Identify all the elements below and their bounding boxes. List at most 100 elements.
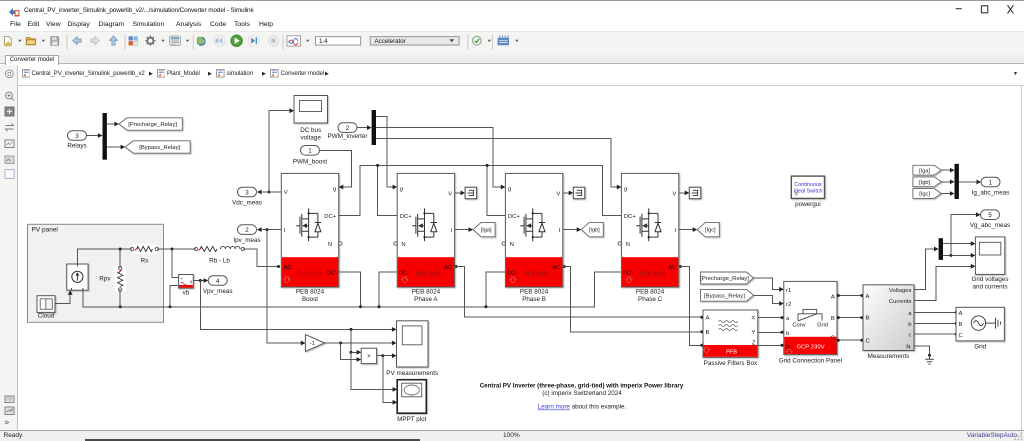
svg-text:r1: r1 [786, 288, 791, 294]
svg-text:MPPT plot: MPPT plot [397, 416, 427, 423]
svg-text:Rs: Rs [141, 258, 149, 265]
svg-text:C: C [866, 339, 871, 345]
svg-text:1: 1 [989, 179, 993, 186]
svg-text:A: A [706, 316, 710, 322]
svg-text:2: 2 [346, 125, 350, 132]
svg-text:DC+: DC+ [508, 214, 521, 220]
svg-text:PV panel: PV panel [32, 227, 59, 234]
svg-text:g: g [400, 187, 403, 193]
svg-text:V: V [448, 192, 452, 198]
svg-text:Ipv_meas: Ipv_meas [233, 237, 260, 244]
svg-text:DC-: DC- [623, 270, 633, 276]
svg-text:Grid Connection Panel: Grid Connection Panel [779, 358, 842, 365]
svg-text:Phase B: Phase B [522, 296, 546, 303]
svg-text:(c) imperix Switzerland 2024: (c) imperix Switzerland 2024 [542, 390, 622, 397]
svg-text:[Bypass_Relay]: [Bypass_Relay] [139, 145, 180, 151]
svg-text:Currents: Currents [889, 299, 912, 305]
svg-text:[Precharge_Relay]: [Precharge_Relay] [700, 276, 749, 282]
svg-text:Vg_abc_meas: Vg_abc_meas [970, 222, 1010, 229]
svg-text:PEB 8024: PEB 8024 [412, 289, 441, 296]
svg-text:Vpv_meas: Vpv_meas [203, 288, 233, 295]
svg-text:V: V [284, 190, 288, 196]
svg-text:DC bus: DC bus [300, 127, 321, 134]
svg-text:[Igb]: [Igb] [919, 180, 930, 186]
svg-text:B: B [866, 316, 870, 322]
svg-text:×: × [367, 353, 371, 360]
svg-text:Voltages: Voltages [889, 288, 912, 294]
svg-text:g: g [624, 187, 627, 193]
svg-text:-1: -1 [310, 341, 315, 347]
svg-text:PV measurements: PV measurements [386, 370, 438, 377]
svg-text:DC+: DC+ [324, 214, 337, 220]
svg-text:DC+: DC+ [624, 214, 637, 220]
svg-text:PWM_boost: PWM_boost [293, 158, 328, 165]
svg-text:N: N [906, 344, 910, 350]
svg-text:AC: AC [284, 265, 292, 271]
svg-text:V: V [672, 192, 676, 198]
svg-text:N: N [510, 242, 514, 248]
svg-text:g: g [333, 187, 336, 193]
svg-text:r2: r2 [786, 302, 791, 308]
svg-text:Measurements: Measurements [868, 353, 910, 360]
svg-text:Cloud: Cloud [38, 313, 55, 320]
svg-text:g: g [508, 187, 511, 193]
svg-text:[Bypass_Relay]: [Bypass_Relay] [704, 293, 745, 299]
svg-text:PEB 8024: PEB 8024 [524, 272, 549, 278]
svg-text:GCP 230V: GCP 230V [796, 345, 824, 351]
svg-text:Z: Z [752, 341, 756, 347]
svg-text:c: c [909, 333, 912, 339]
svg-text:and currents: and currents [972, 284, 1007, 291]
svg-text:3: 3 [245, 189, 249, 196]
svg-text:[Igc]: [Igc] [919, 192, 930, 198]
svg-text:PEB 8024: PEB 8024 [416, 272, 441, 278]
svg-text:V: V [556, 192, 560, 198]
svg-text:Phase C: Phase C [638, 296, 663, 303]
svg-text:A: A [831, 294, 835, 300]
svg-text:AC: AC [668, 265, 676, 271]
svg-text:PWM_inverter: PWM_inverter [328, 133, 368, 140]
svg-text:Learn more about this example.: Learn more about this example. [538, 404, 627, 411]
svg-text:N: N [626, 242, 630, 248]
svg-text:Rpv: Rpv [99, 276, 111, 283]
svg-text:Vdc_meas: Vdc_meas [232, 200, 262, 207]
svg-text:powergui: powergui [795, 201, 821, 208]
svg-text:2: 2 [245, 227, 249, 234]
svg-text:N: N [328, 242, 332, 248]
svg-text:DC+: DC+ [400, 214, 413, 220]
svg-text:N: N [401, 242, 405, 248]
svg-text:DC-: DC- [507, 270, 517, 276]
svg-text:Ig_abc_meas: Ig_abc_meas [972, 190, 1010, 197]
svg-text:B: B [959, 322, 963, 328]
svg-text:[Precharge_Relay]: [Precharge_Relay] [128, 122, 177, 128]
svg-text:Y: Y [751, 330, 755, 336]
svg-text:DC-: DC- [327, 270, 337, 276]
svg-text:Grid: Grid [817, 323, 828, 329]
svg-text:B: B [706, 330, 710, 336]
svg-text:voltage: voltage [301, 134, 322, 141]
svg-text:Relays: Relays [67, 143, 86, 150]
svg-text:B: B [831, 316, 835, 322]
svg-text:PEB 8024: PEB 8024 [297, 272, 322, 278]
svg-text:PEB 8024: PEB 8024 [640, 272, 665, 278]
svg-text:vb: vb [183, 289, 190, 296]
svg-text:v: v [190, 279, 193, 285]
svg-text:1: 1 [308, 148, 312, 155]
svg-text:+: + [180, 276, 183, 281]
svg-text:4: 4 [216, 278, 220, 285]
svg-text:PEB 8024: PEB 8024 [636, 289, 665, 296]
svg-text:PFB: PFB [726, 350, 737, 356]
svg-text:AC: AC [552, 265, 560, 271]
svg-text:Phase A: Phase A [414, 296, 438, 303]
svg-text:A: A [866, 294, 870, 300]
svg-text:Central PV Inverter (three-pha: Central PV Inverter (three-phase, grid-t… [480, 383, 684, 390]
svg-text:X: X [751, 316, 755, 322]
svg-text:Grid: Grid [974, 344, 986, 351]
svg-text:C: C [959, 333, 964, 339]
svg-text:Grid voltages: Grid voltages [971, 276, 1008, 283]
svg-text:[Iga]: [Iga] [919, 168, 930, 174]
svg-text:5: 5 [988, 212, 992, 219]
svg-text:AC: AC [444, 265, 452, 271]
svg-text:PEB 8024: PEB 8024 [296, 289, 325, 296]
svg-text:[Igc]: [Igc] [705, 228, 716, 234]
svg-text:[Igb]: [Igb] [589, 228, 600, 234]
